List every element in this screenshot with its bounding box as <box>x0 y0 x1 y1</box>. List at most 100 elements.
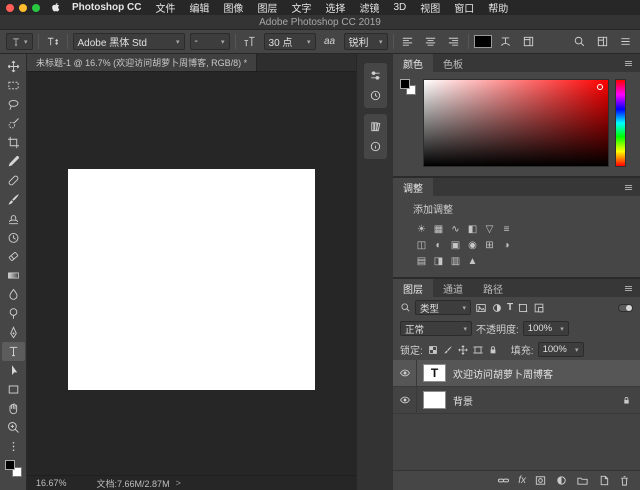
foreground-color-swatch[interactable] <box>4 460 15 470</box>
lasso-tool-button[interactable] <box>2 95 25 114</box>
blend-mode-select[interactable]: 正常 ▾ <box>400 321 472 336</box>
menu-item-edit[interactable]: 编辑 <box>182 0 216 15</box>
text-layer-thumbnail[interactable]: T <box>423 364 446 382</box>
properties-panel-icon[interactable] <box>369 69 382 82</box>
lock-pixels-icon[interactable] <box>442 344 454 356</box>
crop-tool-button[interactable] <box>2 133 25 152</box>
menu-item-help[interactable]: 帮助 <box>481 0 515 15</box>
adjustment-curves-button[interactable]: ∿ <box>447 221 464 237</box>
text-orientation-button[interactable] <box>44 33 62 51</box>
adjustment-black-white-button[interactable]: ◐ <box>430 237 447 253</box>
tab-paths[interactable]: 路径 <box>473 279 513 297</box>
adjustment-layer-filter-icon[interactable] <box>491 302 503 314</box>
lock-all-icon[interactable] <box>487 344 499 356</box>
opacity-input[interactable]: 100% ▾ <box>522 321 569 336</box>
tab-layers[interactable]: 图层 <box>393 279 433 297</box>
type-layer-filter-icon[interactable]: T <box>507 302 513 313</box>
layer-row-text[interactable]: T 欢迎访问胡萝卜周博客 <box>393 360 640 387</box>
hand-tool-button[interactable] <box>2 399 25 418</box>
edit-toolbar-button[interactable] <box>2 437 25 456</box>
close-button[interactable] <box>6 3 14 12</box>
foreground-background-swatches[interactable] <box>4 460 22 477</box>
adjustment-channel-mixer-button[interactable]: ◉ <box>464 237 481 253</box>
text-color-swatch[interactable] <box>473 35 492 48</box>
background-layer-thumbnail[interactable] <box>423 391 446 409</box>
panel-menu-button[interactable] <box>623 178 640 196</box>
zoom-tool-button[interactable] <box>2 418 25 437</box>
anti-alias-select[interactable]: 锐利 ▾ <box>343 33 388 50</box>
history-brush-tool-button[interactable] <box>2 228 25 247</box>
eyedropper-tool-button[interactable] <box>2 152 25 171</box>
move-tool-button[interactable] <box>2 57 25 76</box>
eraser-tool-button[interactable] <box>2 247 25 266</box>
lock-transparency-icon[interactable] <box>427 344 439 356</box>
type-tool-button[interactable] <box>1 342 25 361</box>
path-selection-tool-button[interactable] <box>2 361 25 380</box>
document-canvas[interactable] <box>68 169 315 390</box>
menu-item-file[interactable]: 文件 <box>148 0 182 15</box>
align-center-button[interactable] <box>422 33 440 51</box>
layer-visibility-toggle[interactable] <box>393 360 417 386</box>
menu-item-select[interactable]: 选择 <box>318 0 352 15</box>
adjustment-vibrance-button[interactable]: ▽ <box>481 221 498 237</box>
smart-object-filter-icon[interactable] <box>533 302 545 314</box>
filter-type-select[interactable]: 类型 ▾ <box>415 300 471 315</box>
rectangular-marquee-tool-button[interactable] <box>2 76 25 95</box>
layer-row-background[interactable]: 背景 <box>393 387 640 414</box>
info-panel-icon[interactable] <box>369 140 382 153</box>
adjustment-exposure-button[interactable]: ◧ <box>464 221 481 237</box>
tab-swatches[interactable]: 色板 <box>433 54 473 72</box>
menu-item-filter[interactable]: 滤镜 <box>352 0 386 15</box>
document-tab[interactable]: 未标题-1 @ 16.7% (欢迎访问胡萝卜周博客, RGB/8) * <box>27 54 258 71</box>
pixel-layer-filter-icon[interactable] <box>475 302 487 314</box>
color-sample-cursor[interactable] <box>597 84 603 90</box>
gradient-tool-button[interactable] <box>2 266 25 285</box>
panel-menu-button[interactable] <box>623 279 640 297</box>
adjustment-photo-filter-button[interactable]: ▣ <box>447 237 464 253</box>
zoom-level-field[interactable]: 16.67% <box>36 478 67 488</box>
adjustment-levels-button[interactable]: ▦ <box>430 221 447 237</box>
shape-layer-filter-icon[interactable] <box>517 302 529 314</box>
align-left-button[interactable] <box>399 33 417 51</box>
menu-item-window[interactable]: 窗口 <box>447 0 481 15</box>
brush-tool-button[interactable] <box>2 190 25 209</box>
foreground-color-swatch[interactable] <box>400 79 410 89</box>
adjustment-color-balance-button[interactable]: ◫ <box>413 237 430 253</box>
dodge-tool-button[interactable] <box>2 304 25 323</box>
lock-artboard-icon[interactable] <box>472 344 484 356</box>
warp-text-button[interactable] <box>497 33 515 51</box>
hue-slider[interactable] <box>615 79 626 167</box>
layer-name[interactable]: 欢迎访问胡萝卜周博客 <box>453 366 640 381</box>
libraries-panel-icon[interactable] <box>369 120 382 133</box>
spot-healing-brush-tool-button[interactable] <box>2 171 25 190</box>
clone-stamp-tool-button[interactable] <box>2 209 25 228</box>
fullscreen-button[interactable] <box>32 3 40 12</box>
delete-layer-icon[interactable] <box>618 474 631 487</box>
color-fg-bg-swatches[interactable] <box>400 79 417 167</box>
history-panel-icon[interactable] <box>369 89 382 102</box>
adjustment-gradient-map-button[interactable]: ▥ <box>447 253 464 269</box>
layer-name[interactable]: 背景 <box>453 393 621 408</box>
adjustment-selective-color-button[interactable]: ▲ <box>464 253 481 269</box>
font-style-select[interactable]: - ▾ <box>189 33 230 50</box>
workspace-switcher-button[interactable] <box>593 33 611 51</box>
adjustment-brightness-contrast-button[interactable]: ☀ <box>413 221 430 237</box>
fill-input[interactable]: 100% ▾ <box>537 342 584 357</box>
layer-mask-icon[interactable] <box>534 474 547 487</box>
layer-visibility-toggle[interactable] <box>393 387 417 413</box>
new-layer-icon[interactable] <box>597 474 610 487</box>
blur-tool-button[interactable] <box>2 285 25 304</box>
font-size-select[interactable]: 30 点 ▾ <box>263 33 316 50</box>
adjustment-color-lookup-button[interactable]: ⊞ <box>481 237 498 253</box>
quick-selection-tool-button[interactable] <box>2 114 25 133</box>
menu-item-view[interactable]: 视图 <box>413 0 447 15</box>
tab-color[interactable]: 颜色 <box>393 54 433 72</box>
character-panel-button[interactable] <box>520 33 538 51</box>
filter-toggle-switch[interactable] <box>618 303 633 312</box>
apple-menu-icon[interactable] <box>50 2 61 13</box>
minimize-button[interactable] <box>19 3 27 12</box>
rectangle-tool-button[interactable] <box>2 380 25 399</box>
menu-item-image[interactable]: 图像 <box>216 0 250 15</box>
status-chevron-icon[interactable]: > <box>176 478 181 488</box>
app-menu[interactable]: Photoshop CC <box>65 2 148 13</box>
